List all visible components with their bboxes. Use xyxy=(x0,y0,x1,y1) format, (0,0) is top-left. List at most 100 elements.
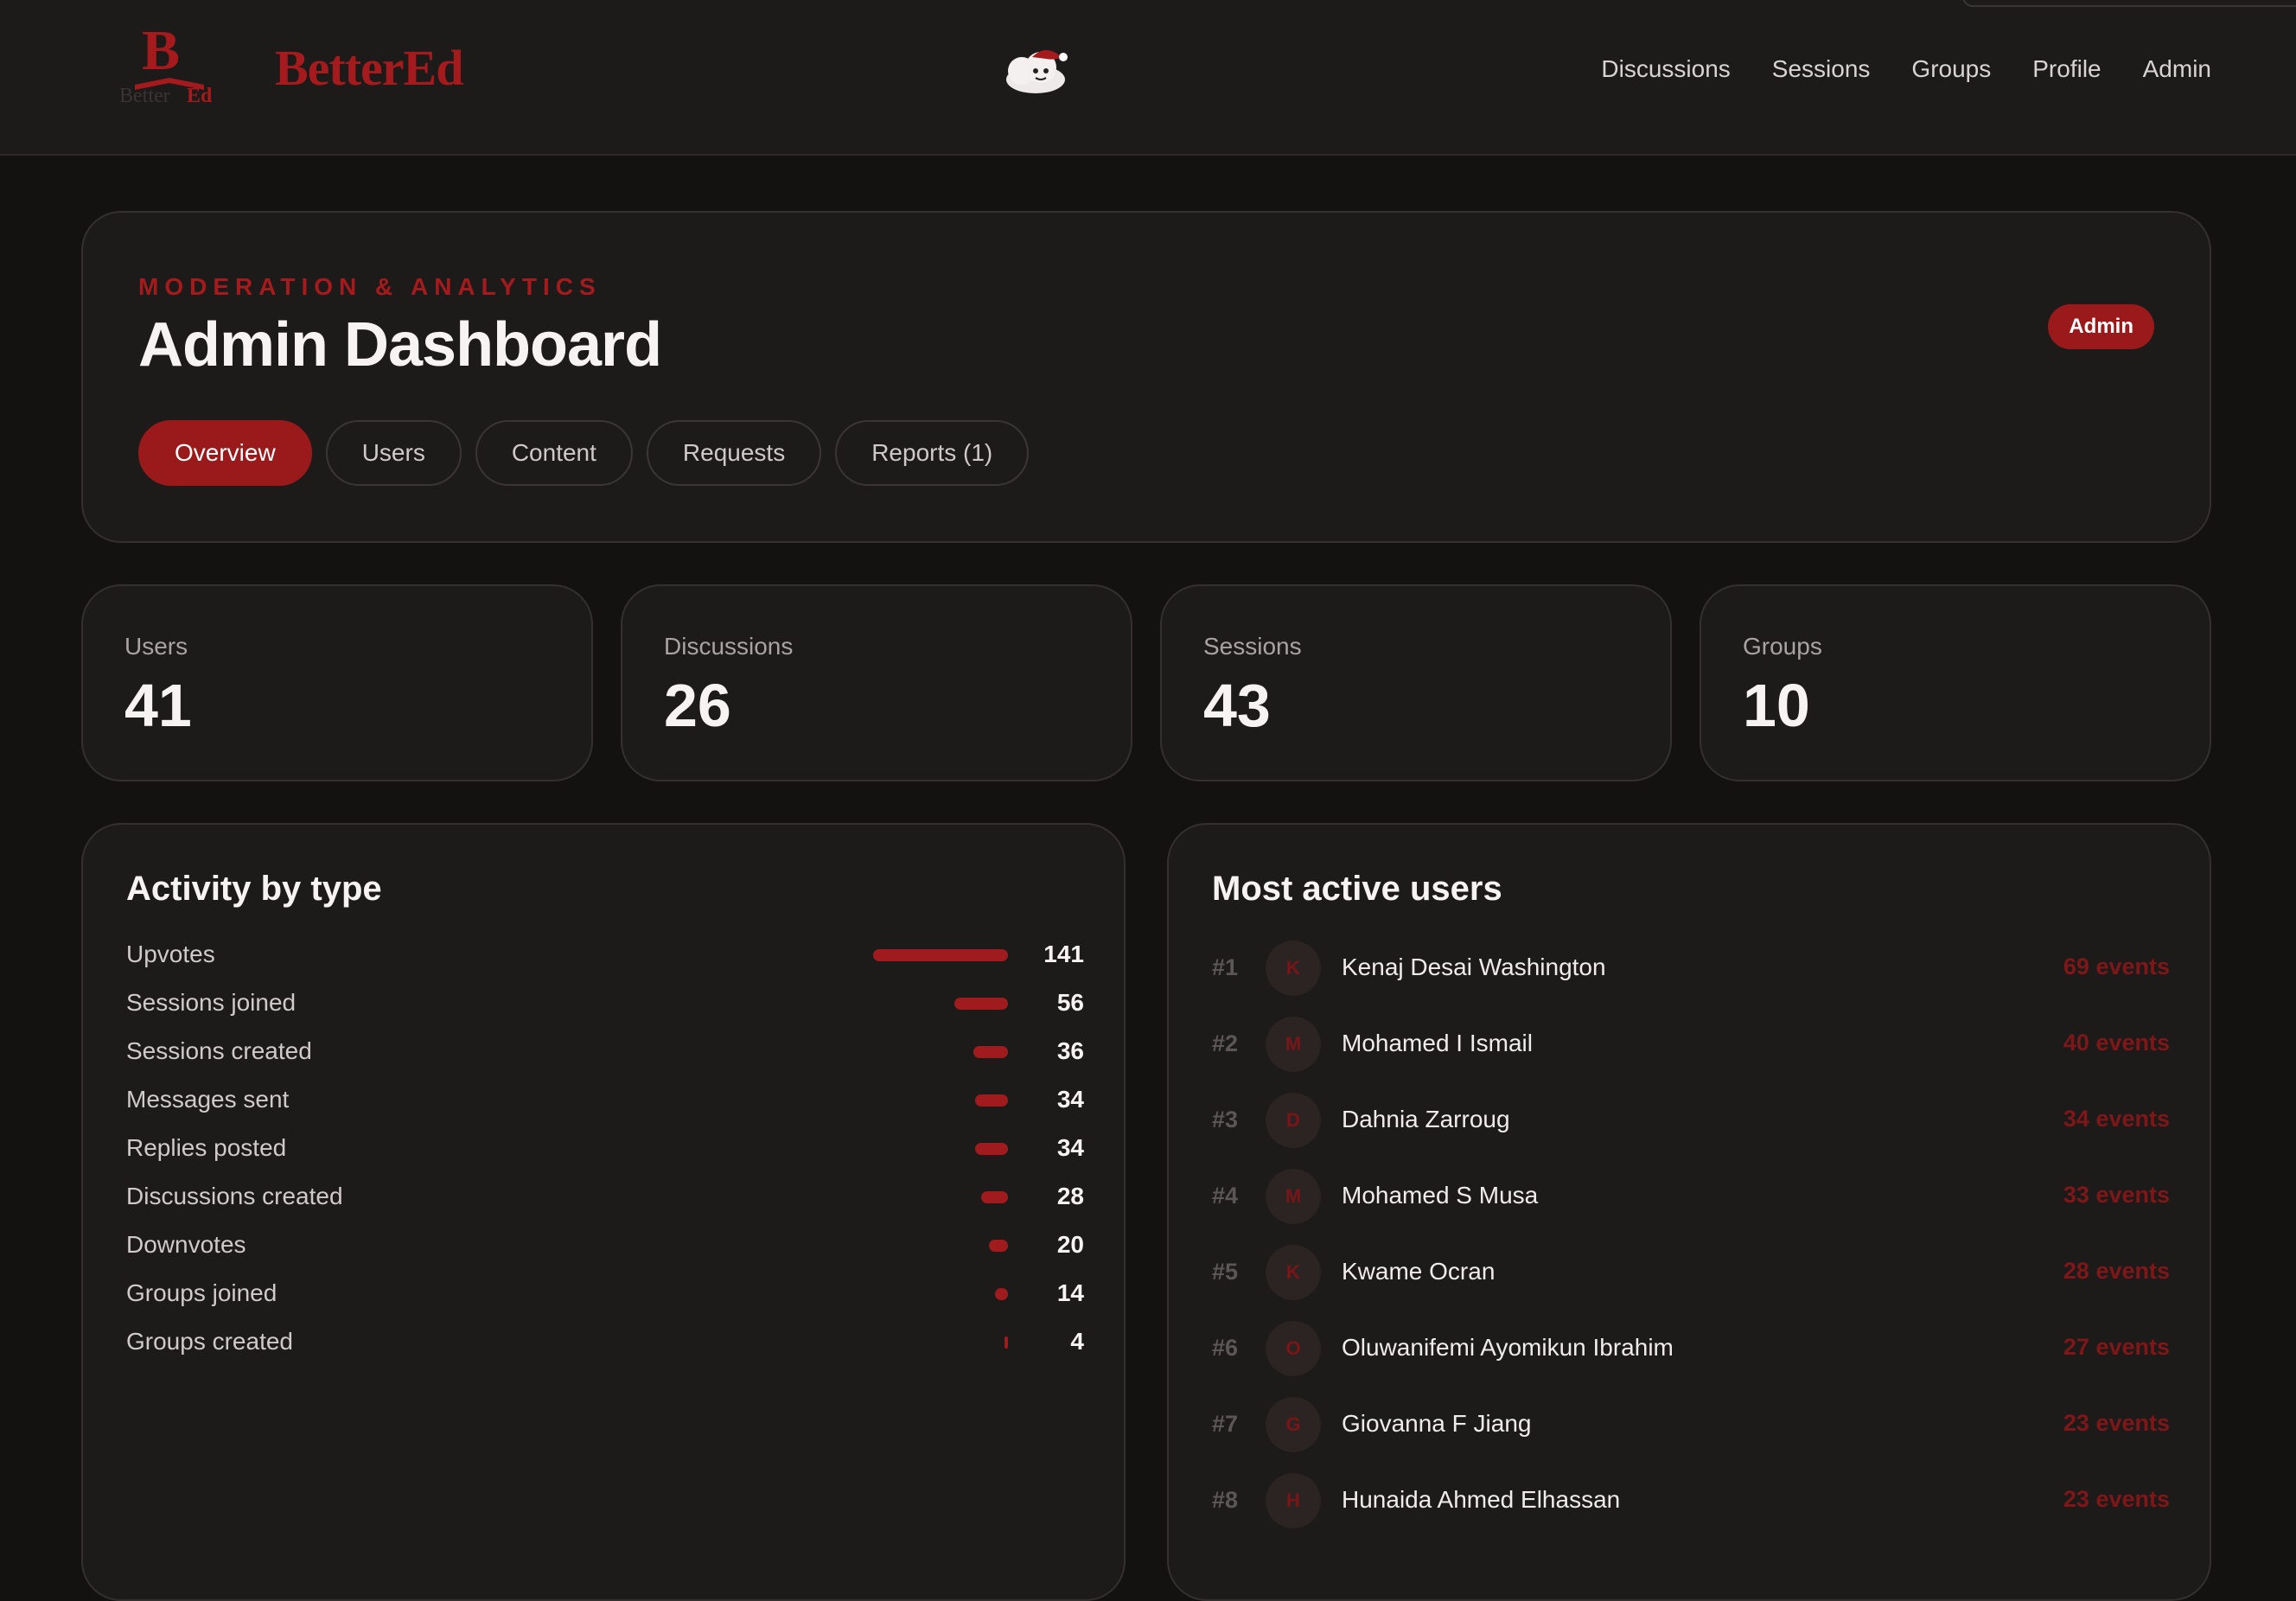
main-nav: Discussions Sessions Groups Profile Admi… xyxy=(1601,50,2211,88)
avatar: G xyxy=(1266,1397,1321,1452)
user-event-count: 33 events xyxy=(2063,1182,2170,1208)
user-row[interactable]: #7 G Giovanna F Jiang 23 events xyxy=(1212,1387,2170,1463)
user-name[interactable]: Oluwanifemi Ayomikun Ibrahim xyxy=(1342,1334,1674,1362)
user-rank: #3 xyxy=(1212,1107,1239,1132)
panel-title: Activity by type xyxy=(126,870,382,908)
activity-label: Groups created xyxy=(126,1328,293,1355)
user-event-count: 40 events xyxy=(2063,1030,2170,1056)
avatar: K xyxy=(1266,1245,1321,1300)
activity-bar xyxy=(1004,1336,1008,1349)
user-name[interactable]: Dahnia Zarroug xyxy=(1342,1106,1510,1133)
activity-bar xyxy=(954,998,1008,1010)
avatar: M xyxy=(1266,1169,1321,1224)
brand-name[interactable]: BetterEd xyxy=(275,38,463,99)
user-row[interactable]: #5 K Kwame Ocran 28 events xyxy=(1212,1234,2170,1311)
activity-bar xyxy=(973,1046,1008,1058)
activity-row: Sessions joined 56 xyxy=(126,979,1084,1027)
activity-count: 34 xyxy=(1056,1134,1084,1161)
activity-label: Sessions joined xyxy=(126,989,297,1016)
user-row[interactable]: #4 M Mohamed S Musa 33 events xyxy=(1212,1158,2170,1234)
user-row[interactable]: #8 H Hunaida Ahmed Elhassan 23 events xyxy=(1212,1463,2170,1539)
activity-row: Downvotes 20 xyxy=(126,1221,1084,1269)
activity-count: 14 xyxy=(1056,1279,1084,1306)
stat-label: Discussions xyxy=(664,633,794,660)
nav-link-groups[interactable]: Groups xyxy=(1911,50,1991,88)
activity-row: Groups joined 14 xyxy=(126,1269,1084,1317)
tab-reports[interactable]: Reports (1) xyxy=(835,420,1030,486)
activity-row: Sessions created 36 xyxy=(126,1027,1084,1075)
nav-link-admin[interactable]: Admin xyxy=(2143,50,2211,88)
header-divider xyxy=(1962,0,2296,7)
user-event-count: 27 events xyxy=(2063,1334,2170,1360)
stat-value: 10 xyxy=(1743,672,1810,739)
most-active-users-panel: Most active users #1 K Kenaj Desai Washing… xyxy=(1167,823,2211,1601)
user-name[interactable]: Kwame Ocran xyxy=(1342,1258,1495,1285)
tab-users[interactable]: Users xyxy=(325,420,462,486)
tab-overview[interactable]: Overview xyxy=(138,420,312,486)
activity-count: 141 xyxy=(1043,941,1084,967)
activity-count: 28 xyxy=(1056,1183,1084,1209)
section-eyebrow: MODERATION & ANALYTICS xyxy=(138,273,602,300)
activity-label: Messages sent xyxy=(126,1086,290,1113)
user-row[interactable]: #2 M Mohamed I Ismail 40 events xyxy=(1212,1006,2170,1082)
user-rank: #7 xyxy=(1212,1411,1239,1437)
brand-logo-icon[interactable]: B Better Ed xyxy=(116,17,225,104)
dashboard-tabs: Overview Users Content Requests Reports … xyxy=(138,420,1030,486)
nav-link-discussions[interactable]: Discussions xyxy=(1601,50,1730,88)
mascot-icon xyxy=(1006,50,1068,93)
nav-link-sessions[interactable]: Sessions xyxy=(1772,50,1871,88)
activity-row: Messages sent 34 xyxy=(126,1075,1084,1124)
user-name[interactable]: Mohamed I Ismail xyxy=(1342,1030,1533,1057)
activity-bar xyxy=(995,1288,1008,1300)
panel-title: Most active users xyxy=(1212,870,1502,908)
activity-row: Upvotes 141 xyxy=(126,930,1084,979)
activity-label: Groups joined xyxy=(126,1279,277,1306)
activity-bar xyxy=(989,1240,1008,1252)
tab-requests[interactable]: Requests xyxy=(646,420,822,486)
activity-row: Discussions created 28 xyxy=(126,1172,1084,1221)
activity-label: Discussions created xyxy=(126,1183,343,1209)
activity-count: 20 xyxy=(1056,1231,1084,1258)
tab-content[interactable]: Content xyxy=(475,420,633,486)
nav-link-profile[interactable]: Profile xyxy=(2032,50,2101,88)
user-event-count: 23 events xyxy=(2063,1486,2170,1512)
user-name[interactable]: Giovanna F Jiang xyxy=(1342,1410,1531,1438)
user-rank: #6 xyxy=(1212,1335,1239,1361)
user-name[interactable]: Kenaj Desai Washington xyxy=(1342,954,1606,981)
stat-value: 43 xyxy=(1203,672,1271,739)
activity-count: 36 xyxy=(1056,1037,1084,1064)
user-row[interactable]: #3 D Dahnia Zarroug 34 events xyxy=(1212,1082,2170,1158)
user-name[interactable]: Hunaida Ahmed Elhassan xyxy=(1342,1486,1620,1514)
activity-label: Upvotes xyxy=(126,941,215,967)
avatar: O xyxy=(1266,1321,1321,1376)
page-title: Admin Dashboard xyxy=(138,310,662,380)
activity-label: Replies posted xyxy=(126,1134,287,1161)
stat-label: Sessions xyxy=(1203,633,1302,660)
activity-label: Downvotes xyxy=(126,1231,246,1258)
top-navbar: B Better Ed BetterEd Discussions Session… xyxy=(0,0,2296,156)
user-row[interactable]: #1 K Kenaj Desai Washington 69 events xyxy=(1212,930,2170,1006)
stat-card-users: Users 41 xyxy=(81,584,593,781)
activity-bar xyxy=(873,949,1008,961)
user-rank: #2 xyxy=(1212,1030,1239,1056)
svg-text:Better: Better xyxy=(119,85,170,104)
stat-card-groups: Groups 10 xyxy=(1700,584,2211,781)
activity-bar xyxy=(981,1191,1008,1203)
avatar: K xyxy=(1266,941,1321,996)
stat-label: Groups xyxy=(1743,633,1822,660)
activity-count: 34 xyxy=(1056,1086,1084,1113)
stat-card-sessions: Sessions 43 xyxy=(1160,584,1672,781)
user-rank: #8 xyxy=(1212,1487,1239,1513)
avatar: H xyxy=(1266,1473,1321,1528)
activity-bar xyxy=(975,1094,1008,1107)
user-rank: #4 xyxy=(1212,1183,1239,1209)
user-rank: #5 xyxy=(1212,1259,1239,1285)
activity-label: Sessions created xyxy=(126,1037,312,1064)
activity-row: Groups created 4 xyxy=(126,1317,1084,1366)
user-event-count: 28 events xyxy=(2063,1258,2170,1284)
user-row[interactable]: #6 O Oluwanifemi Ayomikun Ibrahim 27 events xyxy=(1212,1311,2170,1387)
user-name[interactable]: Mohamed S Musa xyxy=(1342,1182,1538,1209)
user-event-count: 69 events xyxy=(2063,954,2170,979)
user-event-count: 34 events xyxy=(2063,1106,2170,1132)
svg-text:B: B xyxy=(142,19,180,82)
